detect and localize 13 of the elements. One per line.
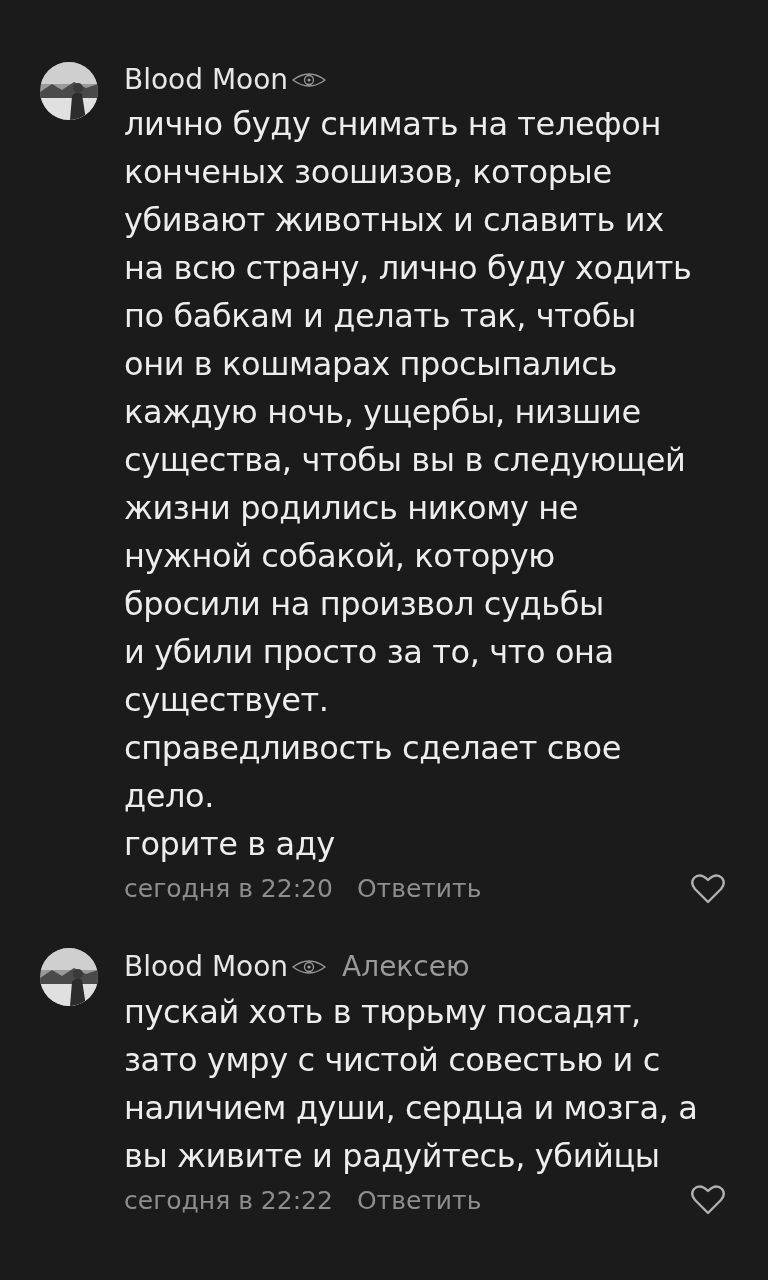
eye-icon xyxy=(292,958,327,975)
like-icon[interactable] xyxy=(690,1184,726,1217)
comment-time: сегодня в 22:20 xyxy=(124,873,333,905)
eye-icon xyxy=(292,72,327,88)
author-name[interactable]: Blood Moon xyxy=(124,60,289,100)
reply-link[interactable]: Ответить xyxy=(356,870,482,908)
like-icon[interactable] xyxy=(690,872,726,905)
comment-text: пускай хоть в тюрьму посадят, зато умру с чистой совестью и с наличием души, сердца и мозга, а вы живите и радуйтесь, убийцы xyxy=(124,991,699,1177)
comment-time: сегодня в 22:22 xyxy=(124,1184,333,1217)
reply-recipient[interactable]: Алексею xyxy=(342,945,470,988)
reply-link[interactable]: Ответить xyxy=(356,1181,482,1219)
author-name[interactable]: Blood Moon xyxy=(124,946,289,987)
comment-text: лично буду снимать на телефон конченых зоошизов, которые убивают животных и славить их на всю страну, лично буду ходить по бабкам и делать так, чтобы они в кошмарах просыпались каждую ночь, ущербы, низшие существа, чтобы вы в следующей жизни родились никому не нужной собакой, которую бросили на произвол судьбы и убили просто за то, что она существует. справедливость сделает свое дело. горите в аду xyxy=(124,104,693,865)
